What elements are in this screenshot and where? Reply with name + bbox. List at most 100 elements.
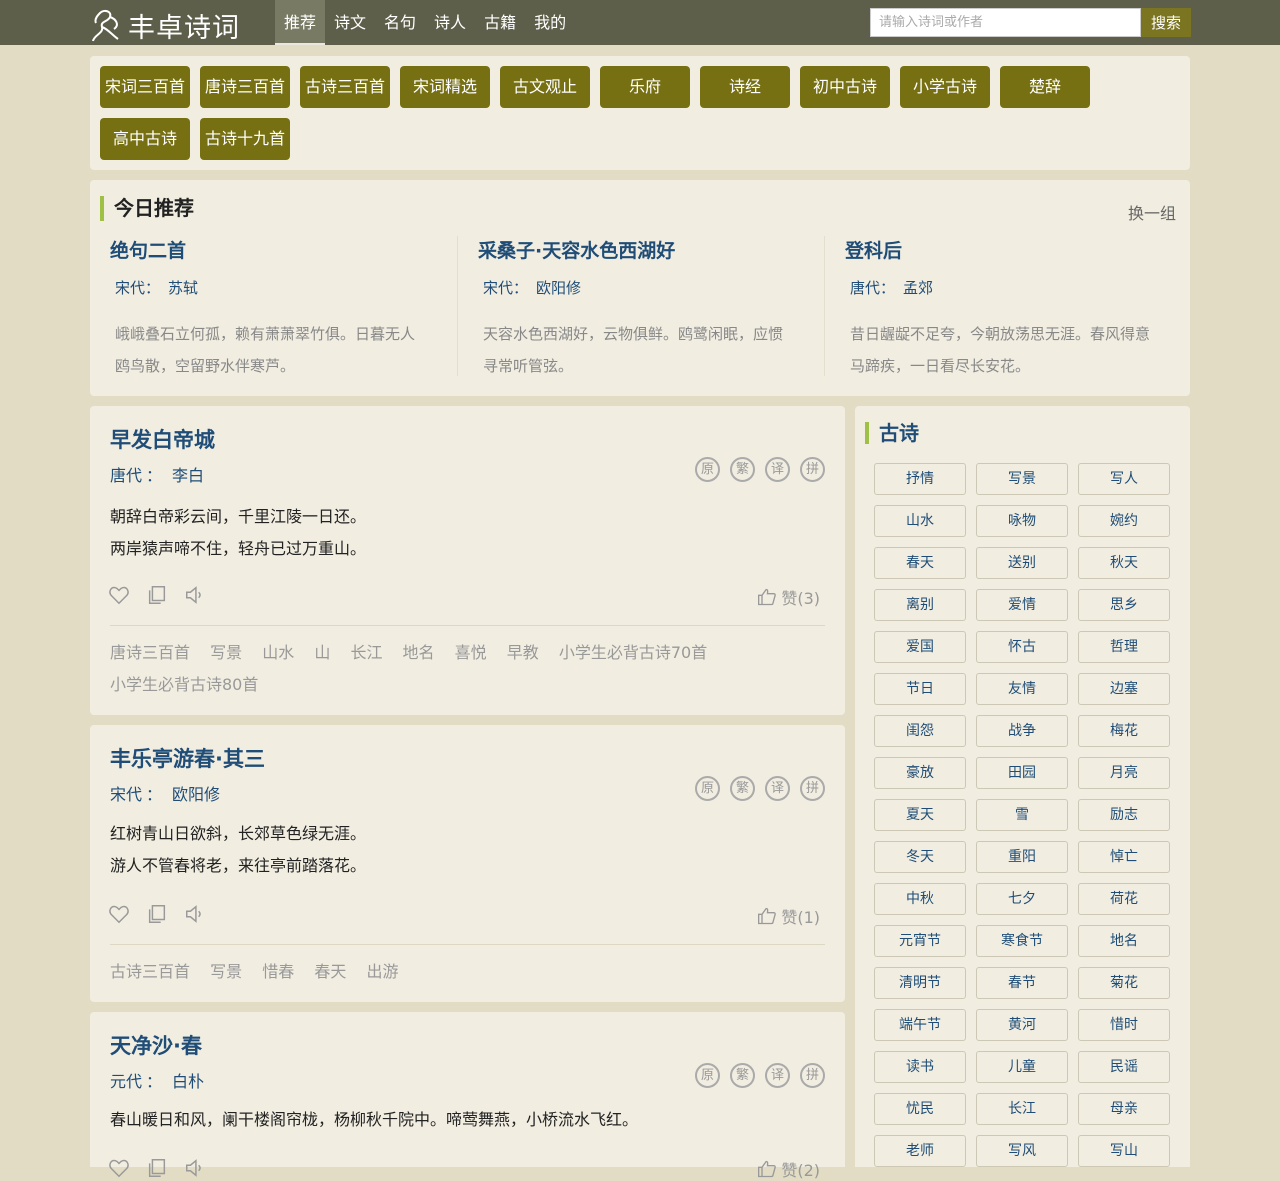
sidebar-tag[interactable]: 菊花 <box>1078 967 1170 999</box>
author-link[interactable]: 欧阳修 <box>172 785 220 804</box>
like-button[interactable]: 赞(2) <box>757 1157 820 1181</box>
sidebar-tag[interactable]: 重阳 <box>976 841 1068 873</box>
nav-recommend[interactable]: 推荐 <box>275 0 326 45</box>
poem-tag[interactable]: 长江 <box>350 637 382 669</box>
sidebar-tag[interactable]: 地名 <box>1078 925 1170 957</box>
sidebar-tag[interactable]: 惜时 <box>1078 1009 1170 1041</box>
sidebar-tag[interactable]: 闺怨 <box>874 715 966 747</box>
category-button[interactable]: 诗经 <box>700 66 790 108</box>
sidebar-tag[interactable]: 山水 <box>874 505 966 537</box>
sidebar-tag[interactable]: 写人 <box>1078 463 1170 495</box>
category-button[interactable]: 楚辞 <box>1000 66 1090 108</box>
category-button[interactable]: 乐府 <box>600 66 690 108</box>
sidebar-tag[interactable]: 励志 <box>1078 799 1170 831</box>
sidebar-tag[interactable]: 中秋 <box>874 883 966 915</box>
sidebar-tag[interactable]: 春节 <box>976 967 1068 999</box>
poem-tag[interactable]: 喜悦 <box>455 637 487 669</box>
sidebar-tag[interactable]: 咏物 <box>976 505 1068 537</box>
sidebar-tag[interactable]: 爱国 <box>874 631 966 663</box>
translate-icon[interactable]: 译 <box>765 776 790 801</box>
author-link[interactable]: 李白 <box>172 466 204 485</box>
poem-tag[interactable]: 小学生必背古诗70首 <box>559 637 707 669</box>
category-button[interactable]: 宋词精选 <box>400 66 490 108</box>
sidebar-tag[interactable]: 写景 <box>976 463 1068 495</box>
copy-icon[interactable] <box>146 584 168 606</box>
search-input[interactable] <box>870 8 1141 37</box>
category-button[interactable]: 小学古诗 <box>900 66 990 108</box>
poem-tag[interactable]: 出游 <box>366 956 398 988</box>
author-link[interactable]: 孟郊 <box>903 279 933 297</box>
category-button[interactable]: 唐诗三百首 <box>200 66 290 108</box>
sidebar-tag[interactable]: 离别 <box>874 589 966 621</box>
speaker-icon[interactable] <box>184 903 206 925</box>
like-button[interactable]: 赞(3) <box>757 585 820 609</box>
sidebar-tag[interactable]: 悼亡 <box>1078 841 1170 873</box>
sidebar-tag[interactable]: 思乡 <box>1078 589 1170 621</box>
recommend-item-title[interactable]: 采桑子·天容水色西湖好 <box>478 236 804 263</box>
sidebar-tag[interactable]: 黄河 <box>976 1009 1068 1041</box>
nav-mine[interactable]: 我的 <box>525 0 575 45</box>
sidebar-tag[interactable]: 哲理 <box>1078 631 1170 663</box>
speaker-icon[interactable] <box>184 584 206 606</box>
sidebar-tag[interactable]: 田园 <box>976 757 1068 789</box>
sidebar-tag[interactable]: 秋天 <box>1078 547 1170 579</box>
site-logo[interactable]: 丰卓诗词 <box>90 6 240 45</box>
sidebar-tag[interactable]: 老师 <box>874 1135 966 1167</box>
sidebar-tag[interactable]: 读书 <box>874 1051 966 1083</box>
category-button[interactable]: 高中古诗 <box>100 118 190 160</box>
sidebar-tag[interactable]: 友情 <box>976 673 1068 705</box>
poem-tag[interactable]: 山 <box>314 637 330 669</box>
sidebar-tag[interactable]: 豪放 <box>874 757 966 789</box>
category-button[interactable]: 古诗三百首 <box>300 66 390 108</box>
sidebar-tag[interactable]: 清明节 <box>874 967 966 999</box>
traditional-icon[interactable]: 繁 <box>730 776 755 801</box>
sidebar-tag[interactable]: 端午节 <box>874 1009 966 1041</box>
pinyin-icon[interactable]: 拼 <box>800 776 825 801</box>
copy-icon[interactable] <box>146 903 168 925</box>
poem-tag[interactable]: 惜春 <box>262 956 294 988</box>
poem-tag[interactable]: 春天 <box>314 956 346 988</box>
poem-title[interactable]: 天净沙·春 <box>110 1030 202 1060</box>
heart-icon[interactable] <box>108 584 130 606</box>
sidebar-tag[interactable]: 儿童 <box>976 1051 1068 1083</box>
sidebar-tag[interactable]: 写山 <box>1078 1135 1170 1167</box>
author-link[interactable]: 白朴 <box>172 1072 204 1091</box>
sidebar-tag[interactable]: 婉约 <box>1078 505 1170 537</box>
poem-title[interactable]: 丰乐亭游春·其三 <box>110 743 265 773</box>
original-icon[interactable]: 原 <box>695 457 720 482</box>
speaker-icon[interactable] <box>184 1157 206 1179</box>
original-icon[interactable]: 原 <box>695 1063 720 1088</box>
nav-poets[interactable]: 诗人 <box>425 0 475 45</box>
category-button[interactable]: 宋词三百首 <box>100 66 190 108</box>
sidebar-tag[interactable]: 怀古 <box>976 631 1068 663</box>
sidebar-tag[interactable]: 梅花 <box>1078 715 1170 747</box>
category-button[interactable]: 古文观止 <box>500 66 590 108</box>
sidebar-tag[interactable]: 民谣 <box>1078 1051 1170 1083</box>
author-link[interactable]: 欧阳修 <box>536 279 581 297</box>
sidebar-tag[interactable]: 夏天 <box>874 799 966 831</box>
poem-title[interactable]: 早发白帝城 <box>110 424 215 454</box>
sidebar-tag[interactable]: 七夕 <box>976 883 1068 915</box>
sidebar-tag[interactable]: 边塞 <box>1078 673 1170 705</box>
author-link[interactable]: 苏轼 <box>168 279 198 297</box>
sidebar-tag[interactable]: 月亮 <box>1078 757 1170 789</box>
traditional-icon[interactable]: 繁 <box>730 457 755 482</box>
sidebar-tag[interactable]: 冬天 <box>874 841 966 873</box>
pinyin-icon[interactable]: 拼 <box>800 457 825 482</box>
sidebar-tag[interactable]: 春天 <box>874 547 966 579</box>
recommend-item-title[interactable]: 绝句二首 <box>110 236 437 263</box>
sidebar-tag[interactable]: 元宵节 <box>874 925 966 957</box>
translate-icon[interactable]: 译 <box>765 457 790 482</box>
switch-group-link[interactable]: 换一组 <box>1128 200 1176 224</box>
poem-tag[interactable]: 小学生必背古诗80首 <box>110 669 258 701</box>
pinyin-icon[interactable]: 拼 <box>800 1063 825 1088</box>
recommend-item-title[interactable]: 登科后 <box>845 236 1171 263</box>
sidebar-tag[interactable]: 寒食节 <box>976 925 1068 957</box>
poem-tag[interactable]: 古诗三百首 <box>110 956 190 988</box>
category-button[interactable]: 古诗十九首 <box>200 118 290 160</box>
sidebar-tag[interactable]: 忧民 <box>874 1093 966 1125</box>
sidebar-tag[interactable]: 母亲 <box>1078 1093 1170 1125</box>
heart-icon[interactable] <box>108 1157 130 1179</box>
copy-icon[interactable] <box>146 1157 168 1179</box>
sidebar-tag[interactable]: 节日 <box>874 673 966 705</box>
